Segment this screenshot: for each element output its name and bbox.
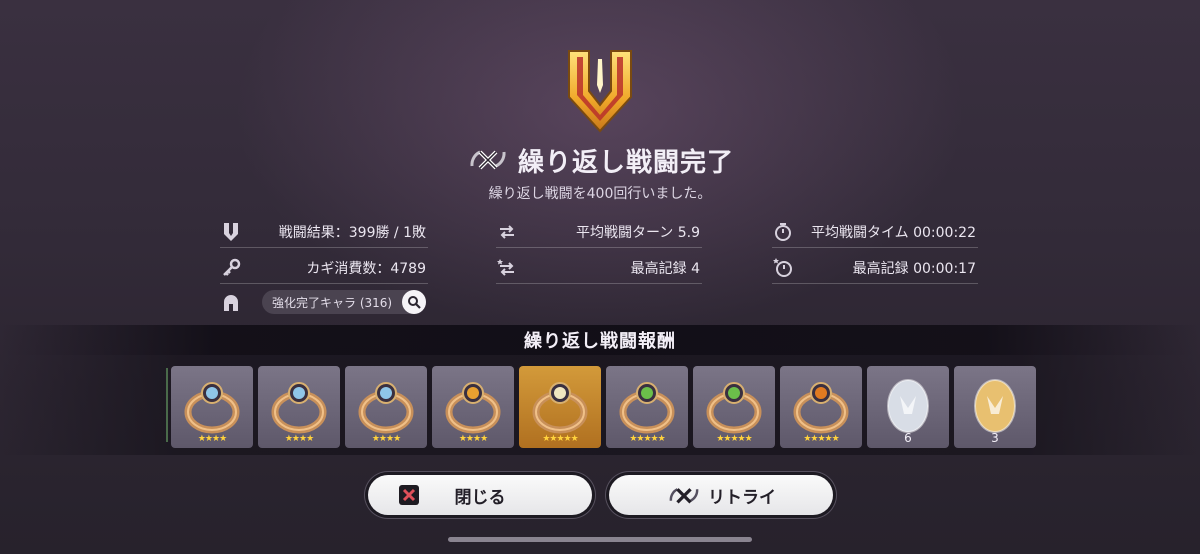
helmet-icon (220, 292, 242, 314)
battle-result-text: 戦闘結果：399勝 / 1敗 (278, 225, 426, 241)
swap-arrows-star-icon (496, 257, 518, 279)
item-count: 6 (904, 431, 912, 445)
victory-emblem-icon (565, 45, 635, 135)
close-button[interactable]: 閉じる (368, 475, 592, 515)
reward-item[interactable]: ★★★★★ (606, 366, 688, 448)
reward-item[interactable]: ★★★★ (171, 366, 253, 448)
repeat-battle-icon (666, 484, 702, 510)
best-turn-text: 最高記録 4 (630, 261, 700, 277)
reward-item[interactable]: ★★★★★ (780, 366, 862, 448)
best-time-text: 最高記録 00:00:17 (852, 261, 976, 277)
enhanced-characters-search[interactable]: 強化完了キャラ (316) (262, 290, 426, 314)
subtitle: 繰り返し戦闘を400回行いました。 (488, 186, 712, 202)
page-title: 繰り返し戦闘完了 (517, 148, 734, 178)
stat-avg-turn: 平均戦闘ターン 5.9 (496, 217, 702, 248)
home-indicator (448, 537, 752, 542)
star-rating: ★★★★ (458, 434, 488, 444)
reward-item[interactable]: ★★★★★ (693, 366, 775, 448)
stat-keys-used: カギ消費数：4789 (220, 253, 428, 284)
retry-button-label: リトライ (708, 487, 776, 508)
reward-item[interactable]: ★★★★ (258, 366, 340, 448)
stat-battle-result: 戦闘結果：399勝 / 1敗 (220, 217, 428, 248)
key-icon (220, 257, 242, 279)
rewards-header: 繰り返し戦闘報酬 (0, 325, 1200, 355)
repeat-battle-icon (466, 146, 510, 176)
rewards-divider (166, 368, 168, 442)
avg-turn-text: 平均戦闘ターン 5.9 (575, 225, 700, 241)
stopwatch-icon (772, 221, 794, 243)
star-rating: ★★★★★ (542, 434, 578, 444)
star-rating: ★★★★ (284, 434, 314, 444)
reward-item[interactable]: ★★★★★ (519, 366, 601, 448)
search-icon[interactable] (402, 290, 426, 314)
keys-used-text: カギ消費数：4789 (306, 261, 426, 277)
reward-item[interactable]: 6 (867, 366, 949, 448)
stat-best-time: 最高記録 00:00:17 (772, 253, 978, 284)
helmet-row (220, 288, 260, 318)
star-rating: ★★★★★ (629, 434, 665, 444)
star-rating: ★★★★★ (716, 434, 752, 444)
star-rating: ★★★★★ (803, 434, 839, 444)
swap-arrows-icon (496, 221, 518, 243)
stat-avg-time: 平均戦闘タイム 00:00:22 (772, 217, 978, 248)
retry-button[interactable]: リトライ (609, 475, 833, 515)
avg-time-text: 平均戦闘タイム 00:00:22 (810, 225, 976, 241)
star-rating: ★★★★ (197, 434, 227, 444)
rewards-title: 繰り返し戦闘報酬 (524, 331, 676, 352)
item-count: 3 (991, 431, 999, 445)
close-button-label: 閉じる (454, 487, 506, 508)
reward-item[interactable]: ★★★★ (432, 366, 514, 448)
stat-best-turn: 最高記録 4 (496, 253, 702, 284)
star-rating: ★★★★ (371, 434, 401, 444)
reward-item[interactable]: ★★★★ (345, 366, 427, 448)
close-icon (398, 484, 420, 510)
reward-item[interactable]: 3 (954, 366, 1036, 448)
victory-emblem-icon (220, 221, 242, 243)
stopwatch-star-icon (772, 257, 794, 279)
enhanced-characters-label: 強化完了キャラ (316) (272, 296, 393, 310)
